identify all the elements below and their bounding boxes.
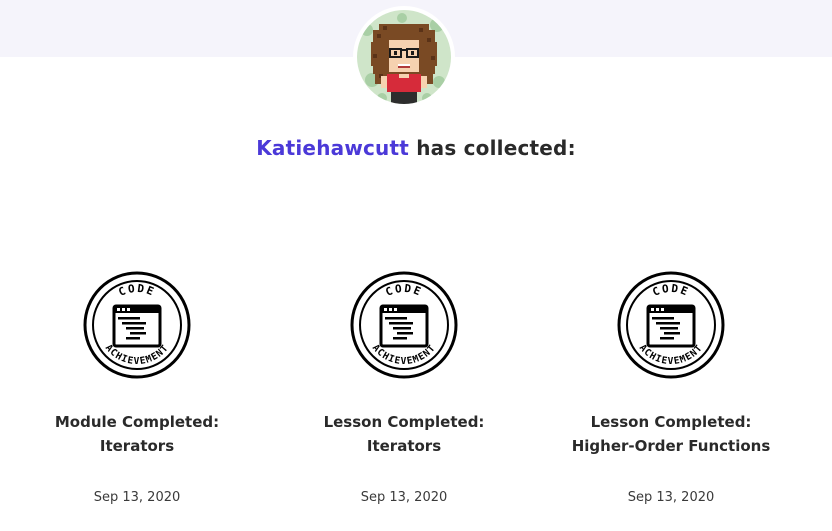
badge-card[interactable]: CODE ACHIEVEMENT Lesson Completed: Itera… (284, 270, 524, 505)
badge-date: Sep 13, 2020 (360, 490, 448, 505)
username-link[interactable]: Katiehawcutt (256, 136, 409, 160)
badge-card[interactable]: CODE ACHIEVEMENT Module Completed: Itera… (17, 270, 257, 505)
badge-title: Lesson Completed: Higher-Order Functions (571, 413, 771, 455)
code-achievement-badge-icon: CODE ACHIEVEMENT (350, 271, 458, 379)
code-achievement-badge-icon: CODE ACHIEVEMENT (83, 271, 191, 379)
pixel-art-avatar-icon (357, 10, 451, 104)
collected-suffix: has collected: (409, 136, 576, 160)
badge-date: Sep 13, 2020 (627, 490, 715, 505)
badge-date: Sep 13, 2020 (93, 490, 181, 505)
collected-headline: Katiehawcutt has collected: (0, 136, 832, 160)
badge-card[interactable]: CODE ACHIEVEMENT Lesson Completed: Highe… (551, 270, 791, 505)
badge-title: Lesson Completed: Iterators (323, 413, 485, 455)
profile-avatar[interactable] (357, 10, 451, 104)
badge-title: Module Completed: Iterators (54, 413, 220, 455)
code-achievement-badge-icon: CODE ACHIEVEMENT (617, 271, 725, 379)
